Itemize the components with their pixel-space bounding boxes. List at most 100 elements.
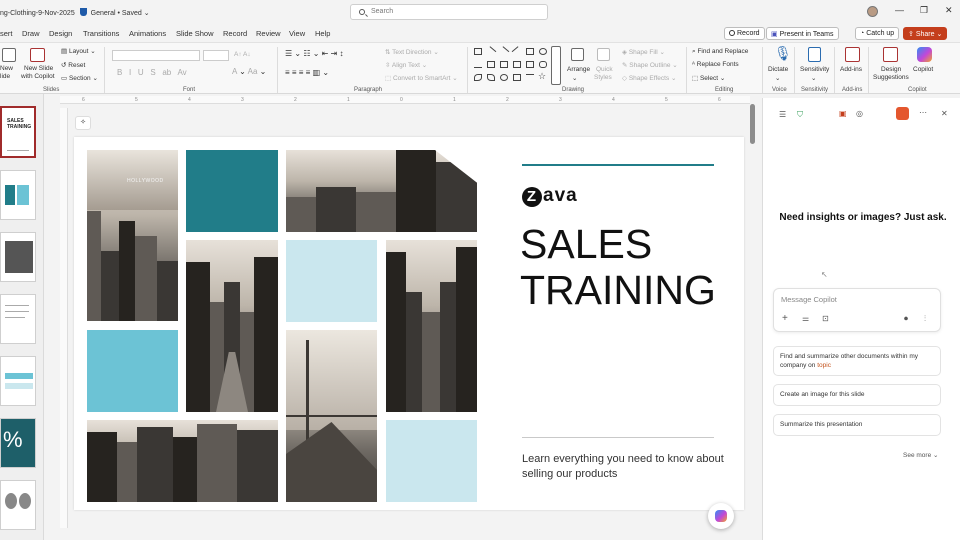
sensitivity-label[interactable]: Sensitivity <box>800 66 829 73</box>
vertical-scrollbar[interactable] <box>750 104 755 144</box>
tab-slide-show[interactable]: Slide Show <box>176 29 214 38</box>
new-slide-copilot-icon[interactable] <box>30 48 45 62</box>
add-ins-label[interactable]: Add-ins <box>840 66 862 73</box>
record-button[interactable]: Record <box>724 27 765 40</box>
triangle-shape-icon[interactable] <box>474 61 482 68</box>
attachment-icon[interactable]: ⊡ <box>822 314 829 323</box>
shape-effects-button[interactable]: ◇ Shape Effects ⌄ <box>622 74 676 82</box>
search-input[interactable]: Search <box>350 4 548 20</box>
suggestion-summarize[interactable]: Summarize this presentation <box>773 414 941 436</box>
close-pane-icon[interactable]: ✕ <box>941 109 948 118</box>
rounded-rect-shape-icon[interactable] <box>539 61 547 68</box>
microphone-icon[interactable]: 🎙 <box>774 45 792 62</box>
photo-golden-gate[interactable] <box>286 330 377 502</box>
tab-insert[interactable]: sert <box>0 29 13 38</box>
close-icon[interactable]: ✕ <box>945 5 953 16</box>
tab-animations[interactable]: Animations <box>129 29 166 38</box>
minimize-icon[interactable]: — <box>895 5 904 15</box>
new-slide-label[interactable]: New <box>0 65 13 72</box>
photo-hollywood[interactable]: HOLLYWOOD <box>87 150 178 321</box>
designer-label[interactable]: Design <box>881 66 901 73</box>
slide-thumbnail-2[interactable] <box>0 170 36 220</box>
oval-shape-icon[interactable] <box>539 48 547 55</box>
tab-review[interactable]: Review <box>256 29 281 38</box>
convert-smartart-button[interactable]: ⬚ Convert to SmartArt ⌄ <box>385 74 458 82</box>
slide-subtitle[interactable]: Learn everything you need to know about … <box>522 452 732 482</box>
text-direction-button[interactable]: ⇅ Text Direction ⌄ <box>385 48 439 56</box>
slide-thumbnail-6[interactable]: % <box>0 418 36 468</box>
sensitivity-icon[interactable] <box>808 47 821 62</box>
tile-light-2[interactable] <box>386 420 477 502</box>
tab-record[interactable]: Record <box>223 29 247 38</box>
elbow-shape-icon[interactable] <box>513 61 521 68</box>
list-buttons[interactable]: ☰ ⌄ ☷ ⌄ ⇤ ⇥ ↕ <box>285 49 344 58</box>
settings-sliders-icon[interactable]: ⚌ <box>802 314 809 323</box>
tab-draw[interactable]: Draw <box>22 29 40 38</box>
layout-button[interactable]: ▤ Layout ⌄ <box>61 47 96 55</box>
globe-icon[interactable]: ◎ <box>856 109 863 118</box>
find-replace-button[interactable]: ⌕ Find and Replace <box>692 48 748 56</box>
photo-street-crossing[interactable] <box>386 240 477 412</box>
reset-button[interactable]: ↺ Reset <box>61 61 85 69</box>
slide-title[interactable]: SALES TRAINING <box>520 221 716 313</box>
tab-view[interactable]: View <box>289 29 305 38</box>
menu-icon[interactable]: ☰ <box>779 110 786 119</box>
copilot-label[interactable]: Copilot <box>913 66 933 73</box>
add-ins-icon[interactable] <box>845 47 860 62</box>
star-shape-icon[interactable]: ☆ <box>538 71 546 82</box>
elbow-shape-icon[interactable] <box>487 61 495 68</box>
font-size-box[interactable] <box>203 50 229 61</box>
briefcase-icon[interactable]: ▣ <box>839 109 847 118</box>
slide-thumbnail-7[interactable] <box>0 480 36 530</box>
present-in-teams-button[interactable]: ▣ Present in Teams <box>766 27 839 40</box>
tile-light-1[interactable] <box>286 240 377 322</box>
new-slide-icon[interactable] <box>2 48 16 62</box>
font-format-buttons[interactable]: B I U S ab A​v <box>117 68 187 77</box>
sensitivity-label[interactable]: General <box>91 10 116 17</box>
photo-times-square[interactable] <box>87 420 278 502</box>
designer-icon[interactable] <box>883 47 898 62</box>
font-name-box[interactable] <box>112 50 200 61</box>
catch-up-button[interactable]: ◔ Catch up <box>855 27 900 40</box>
arrange-label[interactable]: Arrange <box>567 66 590 73</box>
tile-teal[interactable] <box>186 150 278 232</box>
slide-thumbnail-3[interactable] <box>0 232 36 282</box>
suggestion-find-summarize[interactable]: Find and summarize other documents withi… <box>773 346 941 376</box>
line-shape-icon[interactable] <box>511 46 523 57</box>
align-text-button[interactable]: ⇳ Align Text ⌄ <box>385 61 427 69</box>
line-shape-icon[interactable] <box>485 46 497 57</box>
shape-outline-button[interactable]: ✎ Shape Outline ⌄ <box>622 61 678 69</box>
align-buttons[interactable]: ≡ ≡ ≡ ≡ ▥ ⌄ <box>285 68 329 77</box>
replace-fonts-button[interactable]: ᴬ Replace Fonts <box>692 61 739 68</box>
copilot-icon[interactable] <box>917 47 932 62</box>
send-icon[interactable]: ⫶ <box>924 314 926 324</box>
arrow-shape-icon[interactable] <box>526 61 534 68</box>
new-slide-copilot-label-2[interactable]: with Copilot <box>21 73 55 80</box>
suggestion-create-image[interactable]: Create an image for this slide <box>773 384 941 406</box>
select-button[interactable]: ⬚ Select ⌄ <box>692 74 725 82</box>
quick-styles-icon[interactable] <box>597 48 610 61</box>
curve-shape-icon[interactable] <box>474 74 482 81</box>
quick-styles-label-2[interactable]: Styles <box>594 74 612 81</box>
message-copilot-input[interactable]: Message Copilot + ⚌ ⊡ ⏺ ⫶ <box>773 288 941 332</box>
photo-city-avenue[interactable] <box>186 240 278 412</box>
photo-skyline[interactable] <box>286 150 477 232</box>
new-slide-label-2[interactable]: lide <box>0 73 10 80</box>
avatar[interactable] <box>867 6 878 17</box>
share-button[interactable]: ⇪ Share ⌄ <box>903 27 948 40</box>
slide-thumbnail-5[interactable] <box>0 356 36 406</box>
section-button[interactable]: ▭ Section ⌄ <box>61 74 98 82</box>
elbow-shape-icon[interactable] <box>500 61 508 68</box>
microphone-icon[interactable]: ⏺ <box>904 314 908 324</box>
slide-thumbnail-1[interactable]: SALES TRAINING <box>0 106 36 158</box>
curve-shape-icon[interactable] <box>487 74 495 81</box>
font-color-icon[interactable]: A ⌄ Aa ⌄ <box>232 67 266 76</box>
slide-canvas[interactable]: HOLLYWOOD Z ava SALES TRAINING Learn eve… <box>74 137 744 510</box>
more-options-icon[interactable]: ⋯ <box>919 108 927 117</box>
grow-font-icon[interactable]: A↑ A↓ <box>234 51 251 58</box>
add-icon[interactable]: + <box>782 313 788 324</box>
shape-fill-button[interactable]: ◈ Shape Fill ⌄ <box>622 48 665 56</box>
restore-icon[interactable]: ❐ <box>920 5 928 16</box>
designer-label-2[interactable]: Suggestions <box>873 74 909 81</box>
shapes-gallery[interactable]: ☆ <box>472 46 562 86</box>
